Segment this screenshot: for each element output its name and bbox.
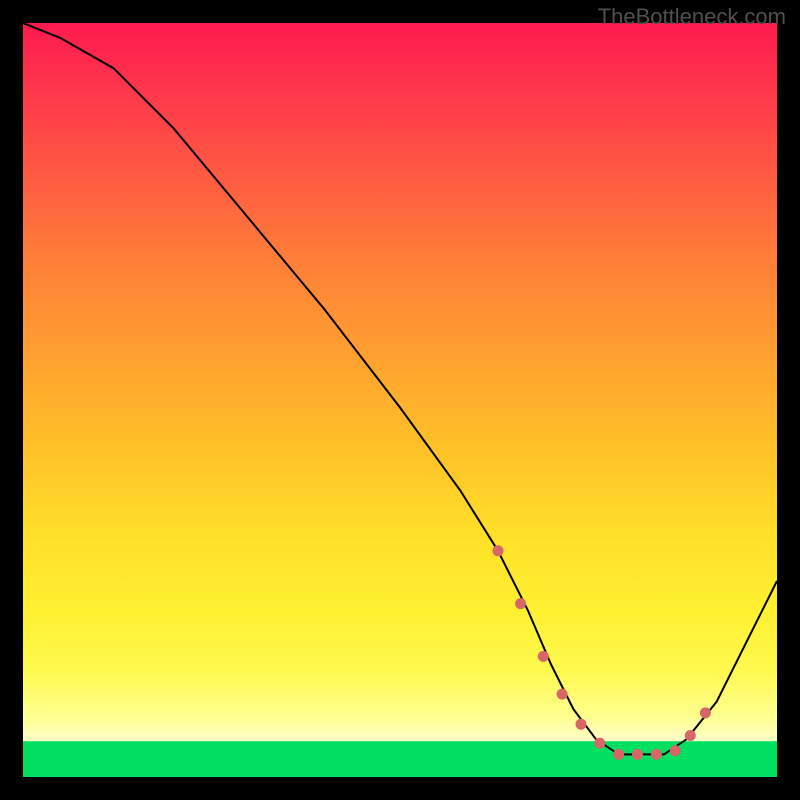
- marker-dot: [632, 749, 643, 760]
- marker-dot: [594, 738, 605, 749]
- marker-dot: [613, 749, 624, 760]
- marker-dot: [651, 749, 662, 760]
- marker-dot: [493, 545, 504, 556]
- chart-plot-area: [23, 23, 777, 777]
- watermark-text: TheBottleneck.com: [598, 4, 786, 30]
- marker-dot: [515, 598, 526, 609]
- highlight-markers: [493, 545, 711, 760]
- curve-line: [23, 23, 777, 754]
- marker-dot: [557, 689, 568, 700]
- marker-dot: [576, 719, 587, 730]
- marker-dot: [700, 707, 711, 718]
- marker-dot: [685, 730, 696, 741]
- chart-svg: [23, 23, 777, 777]
- marker-dot: [670, 745, 681, 756]
- marker-dot: [538, 651, 549, 662]
